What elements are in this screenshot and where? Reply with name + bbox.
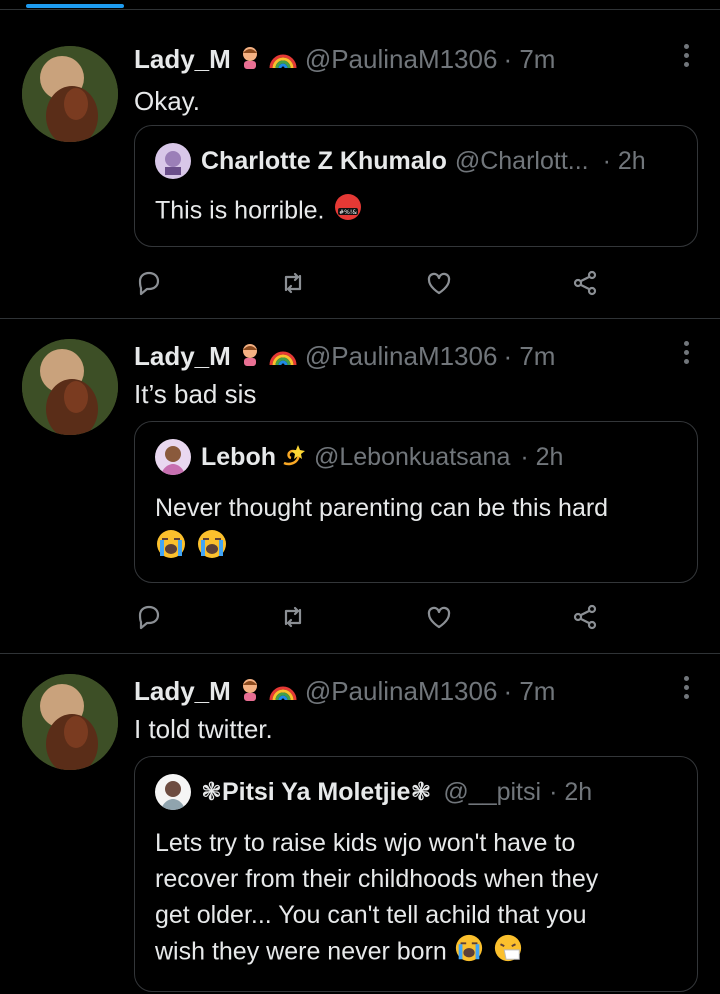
quoted-author-name: ❃Pitsi Ya Moletjie❃ (201, 778, 432, 806)
avatar-image (22, 46, 118, 142)
reply-icon[interactable] (134, 602, 168, 636)
quoted-text-line: Never thought parenting can be this hard (155, 494, 609, 522)
retweet-icon[interactable] (278, 268, 312, 302)
quoted-author-name: Charlotte Z Khumalo (201, 146, 447, 175)
author-handle[interactable]: @PaulinaM1306 (305, 341, 498, 372)
retweet-icon[interactable] (278, 602, 312, 636)
quoted-tweet[interactable]: Charlotte Z Khumalo @Charlott... · 2h Th… (134, 125, 698, 247)
rainbow-emoji-icon (269, 676, 297, 707)
quoted-text-line: recover from their childhoods when they (155, 865, 599, 893)
author-name[interactable]: Lady_M (134, 44, 231, 75)
like-icon[interactable] (424, 602, 458, 636)
quoted-avatar (155, 439, 191, 475)
rainbow-emoji-icon (269, 44, 297, 75)
share-icon[interactable] (570, 602, 604, 636)
tweet-text: Okay. (134, 86, 200, 116)
person-gesturing-emoji-icon (237, 676, 263, 707)
like-icon[interactable] (424, 268, 458, 302)
emoji-row (155, 528, 685, 570)
quoted-avatar (155, 774, 191, 810)
quoted-text-last-line: wish they were never born (155, 933, 685, 973)
sneezing-face-emoji-icon (493, 933, 523, 973)
quoted-text-line: This is horrible. (155, 196, 325, 225)
tweet-text: It’s bad sis (134, 379, 257, 409)
quoted-author-handle: @Charlott... (454, 146, 589, 175)
avatar-image (22, 339, 118, 435)
quoted-text: Lets try to raise kids wjo won't have to… (155, 825, 685, 973)
quoted-timestamp: · 2h (549, 777, 593, 806)
timestamp[interactable]: · 7m (503, 676, 555, 707)
loudly-crying-face-emoji-icon (196, 528, 228, 570)
loudly-crying-face-emoji-icon (155, 528, 187, 570)
quoted-text-line: get older... You can't tell achild that … (155, 901, 587, 929)
quoted-tweet[interactable]: Leboh @Lebonkuatsana · 2h Never thought … (134, 421, 698, 583)
quoted-timestamp: · 2h (520, 442, 564, 471)
quoted-avatar (155, 143, 191, 179)
tweet[interactable]: Lady_M @PaulinaM1306 · 7m It’s bad sis L… (0, 319, 720, 654)
quoted-author-handle: @Lebonkuatsana (314, 442, 511, 471)
cursing-face-emoji-icon: #%!& (333, 192, 363, 232)
author-handle[interactable]: @PaulinaM1306 (305, 676, 498, 707)
timestamp[interactable]: · 7m (503, 44, 555, 75)
tweet[interactable]: Lady_M @PaulinaM1306 · 7m Okay. Charlott… (0, 10, 720, 319)
share-icon[interactable] (570, 268, 604, 302)
quoted-text-line: Lets try to raise kids wjo won't have to (155, 829, 576, 857)
person-gesturing-emoji-icon (237, 44, 263, 75)
tab-indicator (26, 4, 124, 8)
quoted-text: This is horrible. #%!& (155, 192, 685, 232)
more-icon[interactable] (682, 341, 690, 367)
avatar[interactable] (22, 674, 118, 770)
quoted-text-line: wish they were never born (155, 937, 447, 966)
loudly-crying-face-emoji-icon (454, 933, 484, 973)
svg-text:#%!&: #%!& (340, 209, 358, 216)
author-handle[interactable]: @PaulinaM1306 (305, 44, 498, 75)
avatar[interactable] (22, 46, 118, 142)
author-name[interactable]: Lady_M (134, 676, 231, 707)
avatar-image (22, 674, 118, 770)
timestamp[interactable]: · 7m (503, 341, 555, 372)
tweet[interactable]: Lady_M @PaulinaM1306 · 7m I told twitter… (0, 654, 720, 994)
person-gesturing-emoji-icon (237, 341, 263, 372)
quoted-author-handle: @__pitsi (443, 777, 542, 806)
reply-icon[interactable] (134, 268, 168, 302)
quoted-author-name: Leboh (201, 442, 276, 471)
author-name[interactable]: Lady_M (134, 341, 231, 372)
quoted-timestamp: · 2h (602, 146, 646, 175)
more-icon[interactable] (682, 676, 690, 702)
avatar[interactable] (22, 339, 118, 435)
quoted-text: Never thought parenting can be this hard (155, 490, 685, 570)
rainbow-emoji-icon (269, 341, 297, 372)
more-icon[interactable] (682, 44, 690, 70)
dizzy-emoji-icon (278, 441, 306, 474)
tweet-text: I told twitter. (134, 714, 273, 744)
quoted-tweet[interactable]: ❃Pitsi Ya Moletjie❃ @__pitsi · 2h Lets t… (134, 756, 698, 992)
